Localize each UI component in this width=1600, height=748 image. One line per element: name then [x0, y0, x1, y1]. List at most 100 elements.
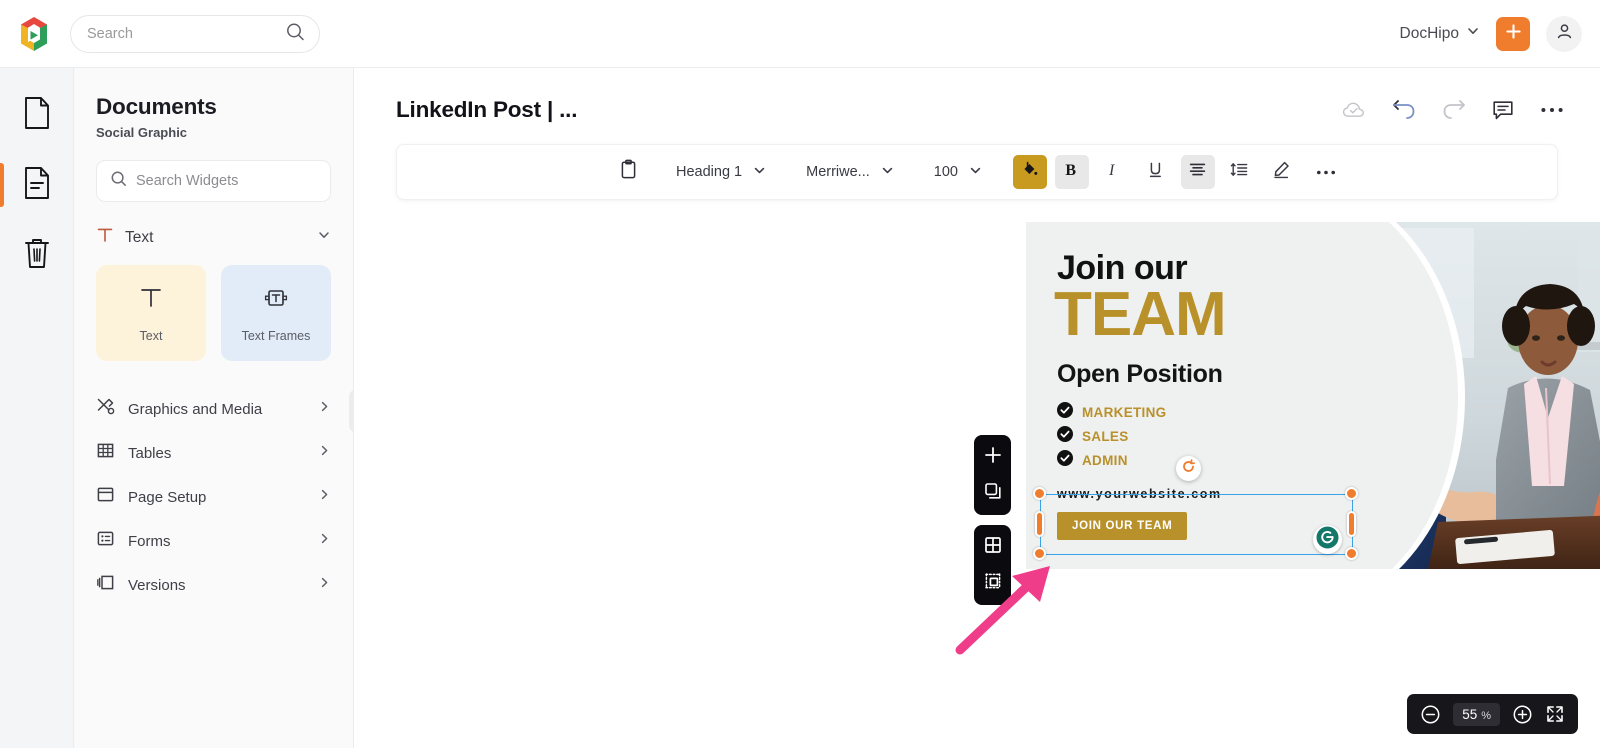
list-item-label: SALES [1082, 428, 1129, 444]
add-element-button[interactable] [978, 442, 1008, 472]
duplicate-icon [983, 481, 1003, 506]
cloud-check-icon[interactable] [1342, 100, 1366, 120]
zoom-control: 55 % [1407, 694, 1578, 734]
search-input[interactable] [87, 25, 303, 42]
user-avatar-button[interactable] [1546, 15, 1582, 52]
account-label: DocHipo [1399, 24, 1459, 42]
align-center-icon [1188, 161, 1207, 183]
dochipo-editor: DocHipo [0, 0, 1600, 748]
check-circle-icon [1057, 425, 1073, 447]
pen-edit-button[interactable] [1265, 155, 1299, 189]
chevron-right-icon [318, 576, 331, 594]
forms-icon [96, 529, 115, 553]
icon-rail [0, 68, 74, 748]
menu-item-label: Tables [128, 444, 172, 462]
zoom-value[interactable]: 55 % [1453, 702, 1500, 726]
italic-button[interactable]: I [1097, 155, 1131, 189]
rotate-handle[interactable] [1176, 456, 1201, 481]
resize-handle-top-right[interactable] [1345, 487, 1358, 500]
object-toolbar-group-b [974, 525, 1011, 605]
zoom-in-icon[interactable] [1512, 704, 1533, 725]
bold-button[interactable]: B [1054, 155, 1089, 189]
rail-item-pages[interactable] [0, 154, 68, 216]
ellipsis-icon[interactable] [1540, 106, 1564, 114]
list-item-label: MARKETING [1082, 404, 1167, 420]
search-icon [110, 170, 127, 192]
menu-item-forms[interactable]: Forms [96, 519, 331, 563]
page-setup-icon [96, 485, 115, 509]
list-item-label: ADMIN [1082, 452, 1128, 468]
menu-item-label: Page Setup [128, 488, 207, 506]
paragraph-style-dropdown[interactable]: Heading 1 [667, 154, 775, 190]
underline-button[interactable] [1139, 155, 1173, 189]
chevron-right-icon [318, 400, 331, 418]
resize-handle-top-left[interactable] [1033, 487, 1046, 500]
clipboard-button[interactable] [611, 155, 645, 189]
widget-card-label: Text [139, 329, 163, 343]
list-item[interactable]: MARKETING [1057, 400, 1166, 424]
zoom-unit: % [1481, 709, 1491, 722]
zoom-out-icon[interactable] [1420, 704, 1441, 725]
widget-search[interactable] [96, 160, 331, 202]
paragraph-style-value: Heading 1 [676, 164, 743, 180]
comment-icon[interactable] [1492, 100, 1514, 121]
document-header: LinkedIn Post | ... [354, 82, 1600, 138]
resize-handle-left-mid[interactable] [1035, 511, 1044, 537]
check-circle-icon [1057, 449, 1073, 471]
rail-item-trash[interactable] [6, 224, 68, 286]
list-item[interactable]: SALES [1057, 424, 1166, 448]
design-headline-large[interactable]: TEAM [1054, 284, 1227, 346]
menu-item-tables[interactable]: Tables [96, 431, 331, 475]
fullscreen-icon[interactable] [1545, 704, 1565, 724]
crop-resize-button[interactable] [978, 568, 1008, 598]
panel-subtitle: Social Graphic [96, 125, 188, 140]
rotate-icon [1181, 458, 1196, 479]
text-T-icon [96, 226, 114, 249]
toolbar-more-button[interactable] [1309, 155, 1343, 189]
search-icon [285, 21, 305, 46]
dochipo-logo-icon[interactable] [14, 14, 54, 54]
rail-item-documents[interactable] [6, 84, 68, 146]
menu-item-page-setup[interactable]: Page Setup [96, 475, 331, 519]
duplicate-button[interactable] [978, 478, 1008, 508]
font-size-dropdown[interactable]: 100 [925, 154, 991, 190]
grid-icon [983, 535, 1003, 560]
graphics-media-icon [96, 397, 115, 421]
widget-card-text[interactable]: Text [96, 265, 206, 361]
account-menu[interactable]: DocHipo [1400, 24, 1480, 43]
align-center-button[interactable] [1180, 155, 1215, 189]
design-position-list: MARKETING SALES ADMIN [1057, 400, 1166, 472]
chevron-down-icon [1466, 24, 1480, 43]
crop-icon [983, 571, 1003, 596]
menu-item-graphics-and-media[interactable]: Graphics and Media [96, 387, 331, 431]
create-new-button[interactable] [1496, 16, 1530, 51]
canvas-area: Join our TEAM Open Position MARKETING SA… [354, 222, 1600, 655]
trash-icon [22, 236, 52, 275]
user-avatar-icon [1555, 22, 1574, 46]
editor-body: Documents Social Graphic Text [0, 68, 1600, 748]
widget-search-input[interactable] [136, 173, 317, 189]
widget-card-text-frames[interactable]: Text Frames [221, 265, 331, 361]
section-text[interactable]: Text [96, 226, 331, 249]
panel-menu: Graphics and Media Tables Page Setup For… [96, 387, 331, 607]
undo-icon[interactable] [1392, 99, 1416, 121]
design-subheading[interactable]: Open Position [1057, 360, 1223, 389]
line-spacing-button[interactable] [1223, 155, 1257, 189]
global-search[interactable] [70, 14, 320, 53]
page-icon [22, 96, 52, 135]
redo-icon[interactable] [1442, 99, 1466, 121]
text-selection-box [1033, 487, 1358, 560]
font-family-dropdown[interactable]: Merriwe... [797, 154, 903, 190]
resize-handle-right-mid[interactable] [1347, 511, 1356, 537]
menu-item-label: Versions [128, 576, 186, 594]
menu-item-versions[interactable]: Versions [96, 563, 331, 607]
grammarly-button[interactable] [1313, 525, 1342, 554]
text-fill-color-button[interactable] [1012, 155, 1047, 189]
chevron-down-icon [753, 164, 766, 181]
resize-handle-bottom-right[interactable] [1345, 547, 1358, 560]
chevron-down-icon [317, 228, 331, 247]
resize-handle-bottom-left[interactable] [1033, 547, 1046, 560]
list-item[interactable]: ADMIN [1057, 448, 1166, 472]
grid-layout-button[interactable] [978, 532, 1008, 562]
versions-icon [96, 573, 115, 597]
